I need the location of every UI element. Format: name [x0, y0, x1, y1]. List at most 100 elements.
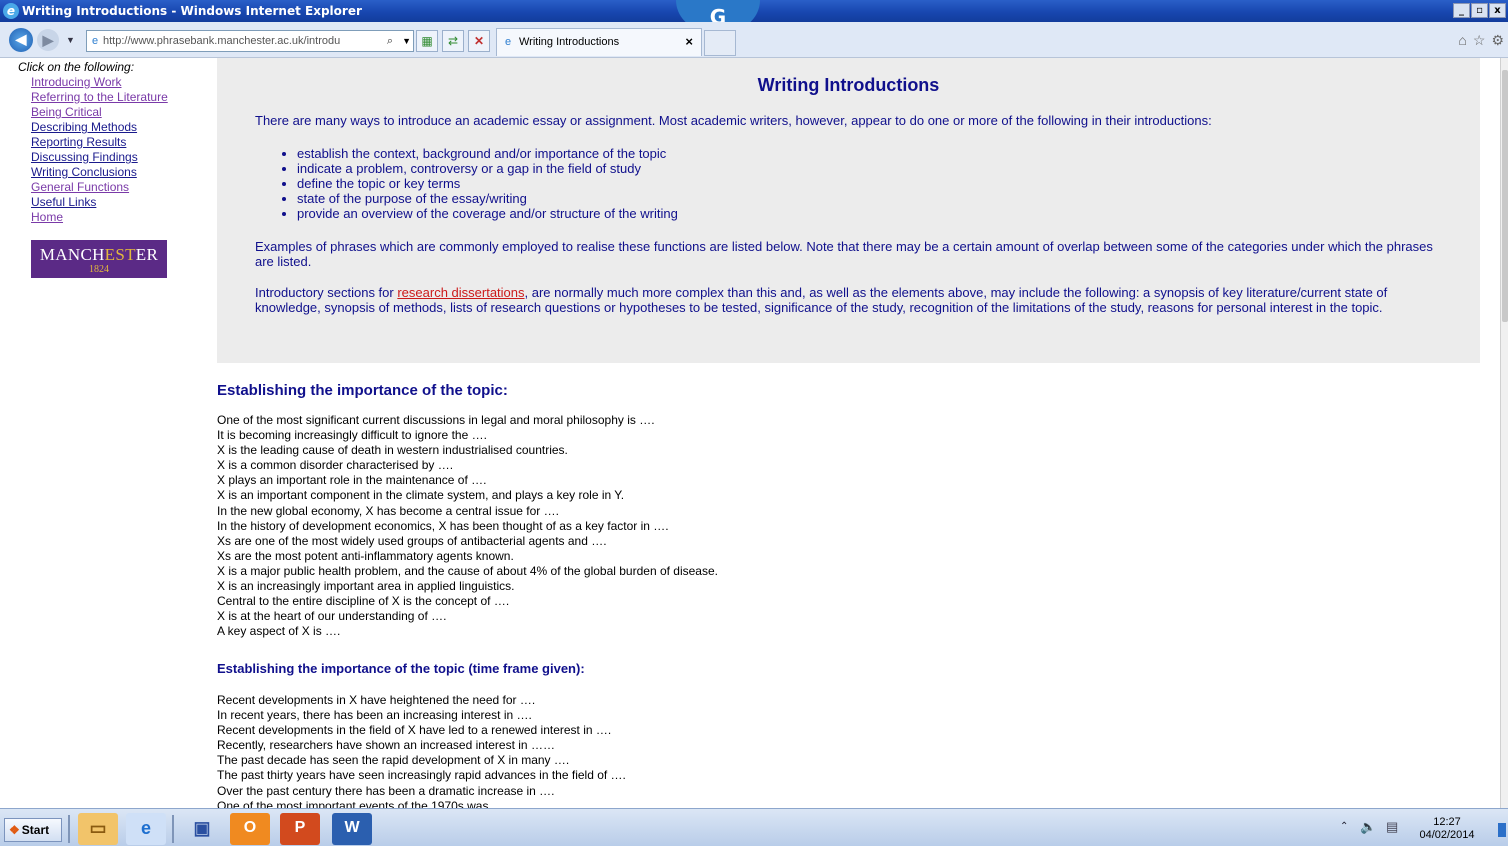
phrase-item: X is the leading cause of death in weste… [217, 443, 568, 458]
window-title: Writing Introductions - Windows Internet… [22, 4, 362, 18]
page-content: Click on the following: Introducing Work… [0, 58, 1500, 808]
intro-paragraph-2: Examples of phrases which are commonly e… [255, 239, 1433, 269]
sidebar-link-useful-links[interactable]: Useful Links [31, 195, 96, 209]
phrase-item: X is an important component in the clima… [217, 488, 625, 503]
network-icon[interactable]: ▤ [1386, 819, 1398, 835]
favorites-icon[interactable]: ☆ [1473, 32, 1486, 49]
phrase-item: Central to the entire discipline of X is… [217, 594, 510, 609]
word-icon[interactable]: W [332, 813, 372, 845]
powerpoint-icon[interactable]: P [280, 813, 320, 845]
explorer-icon[interactable]: ▭ [78, 813, 118, 845]
page-title: Writing Introductions [757, 75, 940, 95]
research-dissertations-link[interactable]: research dissertations [397, 285, 524, 300]
list-item: define the topic or key terms [297, 176, 1397, 191]
tab-page-icon: e [504, 36, 512, 48]
phrase-item: The past thirty years have seen increasi… [217, 768, 626, 783]
show-hidden-icons-icon[interactable]: ⌃ [1340, 821, 1348, 832]
tab-close-icon[interactable]: × [685, 29, 693, 55]
phrase-item: One of the most important events of the … [217, 798, 489, 808]
remote-desktop-icon[interactable]: ▣ [182, 813, 222, 845]
phrase-item: In the new global economy, X has become … [217, 503, 559, 518]
sidebar-link-introducing-work[interactable]: Introducing Work [31, 75, 122, 89]
intro-bullets: establish the context, background and/or… [297, 146, 1397, 221]
tools-icon[interactable]: ⚙ [1491, 32, 1504, 49]
list-item: indicate a problem, controversy or a gap… [297, 161, 1397, 176]
address-dropdown-icon[interactable]: ▼ [402, 31, 411, 51]
ie-taskbar-icon[interactable]: e [126, 813, 166, 845]
phrase-item: Xs are the most potent anti-inflammatory… [217, 548, 514, 563]
phrase-item: Over the past century there has been a d… [217, 783, 555, 798]
phrase-item: X is a common disorder characterised by … [217, 458, 454, 473]
phrase-item: Recently, researchers have shown an incr… [217, 738, 555, 753]
address-bar[interactable]: e http://www.phrasebank.manchester.ac.uk/… [86, 30, 414, 52]
phrase-list: Recent developments in X have heightened… [217, 693, 1417, 808]
sidebar-link-referring-literature[interactable]: Referring to the Literature [31, 90, 168, 104]
list-item: state of the purpose of the essay/writin… [297, 191, 1397, 206]
browser-tab[interactable]: e Writing Introductions × [496, 28, 702, 56]
section-importance: Establishing the importance of the topic… [217, 382, 1417, 639]
window-controls: _ ▫ x [1453, 3, 1506, 18]
intro-paragraph-3: Introductory sections for research disse… [255, 285, 1388, 315]
close-button[interactable]: x [1489, 3, 1506, 18]
sidebar-link-writing-conclusions[interactable]: Writing Conclusions [31, 165, 137, 179]
forward-icon[interactable]: ▶ [37, 29, 59, 51]
phrase-item: In recent years, there has been an incre… [217, 708, 532, 723]
clock[interactable]: 12:27 04/02/2014 [1418, 816, 1476, 842]
sidebar: Click on the following: Introducing Work… [18, 60, 168, 225]
intro-paragraph-1: There are many ways to introduce an acad… [255, 113, 1212, 128]
sidebar-link-reporting-results[interactable]: Reporting Results [31, 135, 126, 149]
list-item: establish the context, background and/or… [297, 146, 1397, 161]
phrase-item: A key aspect of X is …. [217, 624, 341, 639]
restore-button[interactable]: ▫ [1471, 3, 1488, 18]
scrollbar-thumb[interactable] [1502, 70, 1508, 322]
phrase-item: Recent developments in X have heightened… [217, 693, 536, 707]
sidebar-link-discussing-findings[interactable]: Discussing Findings [31, 150, 138, 164]
phrase-item: One of the most significant current disc… [217, 413, 655, 427]
intro-box: Writing Introductions There are many way… [217, 58, 1480, 363]
navigation-bar: ◀ ▶ ▼ e http://www.phrasebank.manchester.… [0, 22, 1508, 58]
phrase-item: X is an increasingly important area in a… [217, 579, 515, 594]
sidebar-intro: Click on the following: [18, 60, 135, 74]
volume-icon[interactable]: 🔈 [1360, 819, 1376, 835]
stop-icon[interactable]: ✕ [468, 30, 490, 52]
phrase-item: The past decade has seen the rapid devel… [217, 753, 570, 768]
taskbar-separator [172, 815, 174, 843]
phrase-list: One of the most significant current disc… [217, 413, 1417, 639]
taskbar: ❖ Start ▭ e ▣ O P W ⌃ 🔈 ▤ 12:27 04/02/201… [0, 808, 1508, 846]
sidebar-link-home[interactable]: Home [31, 210, 63, 224]
phrase-item: It is becoming increasingly difficult to… [217, 428, 487, 443]
start-button[interactable]: ❖ Start [4, 818, 62, 842]
phrase-item: In the history of development economics,… [217, 518, 669, 533]
section-heading: Establishing the importance of the topic… [217, 382, 508, 399]
page-icon: e [91, 35, 99, 47]
history-dropdown-icon[interactable]: ▼ [66, 35, 75, 45]
phrase-item: X is a major public health problem, and … [217, 563, 718, 578]
search-icon[interactable]: ⌕ [387, 31, 393, 51]
sidebar-link-being-critical[interactable]: Being Critical [31, 105, 102, 119]
show-desktop-button[interactable] [1498, 823, 1506, 837]
phrase-item: Xs are one of the most widely used group… [217, 533, 607, 548]
compat-view-icon[interactable]: ▦ [416, 30, 438, 52]
section-heading: Establishing the importance of the topic… [217, 661, 585, 676]
phrase-item: X plays an important role in the mainten… [217, 473, 487, 488]
outlook-icon[interactable]: O [230, 813, 270, 845]
sidebar-link-general-functions[interactable]: General Functions [31, 180, 129, 194]
title-bar: e Writing Introductions - Windows Intern… [0, 0, 1508, 30]
sidebar-link-describing-methods[interactable]: Describing Methods [31, 120, 137, 134]
back-icon[interactable]: ◀ [9, 28, 33, 52]
phrase-item: X is at the heart of our understanding o… [217, 609, 447, 624]
vertical-scrollbar[interactable] [1500, 58, 1508, 808]
list-item: provide an overview of the coverage and/… [297, 206, 1397, 221]
new-tab-button[interactable] [704, 30, 736, 56]
refresh-icon[interactable]: ⇄ [442, 30, 464, 52]
section-importance-time-frame: Establishing the importance of the topic… [217, 661, 1417, 808]
minimize-button[interactable]: _ [1453, 3, 1470, 18]
home-icon[interactable]: ⌂ [1458, 32, 1466, 49]
ie-icon: e [3, 3, 19, 19]
tab-title: Writing Introductions [519, 36, 620, 48]
url-text[interactable]: http://www.phrasebank.manchester.ac.uk/i… [103, 35, 340, 47]
taskbar-separator [68, 815, 70, 843]
phrase-item: Recent developments in the field of X ha… [217, 723, 612, 738]
browser-right-icons: ⌂ ☆ ⚙ [1458, 32, 1504, 49]
manchester-logo[interactable]: MANCHESTER 1824 [31, 240, 167, 278]
